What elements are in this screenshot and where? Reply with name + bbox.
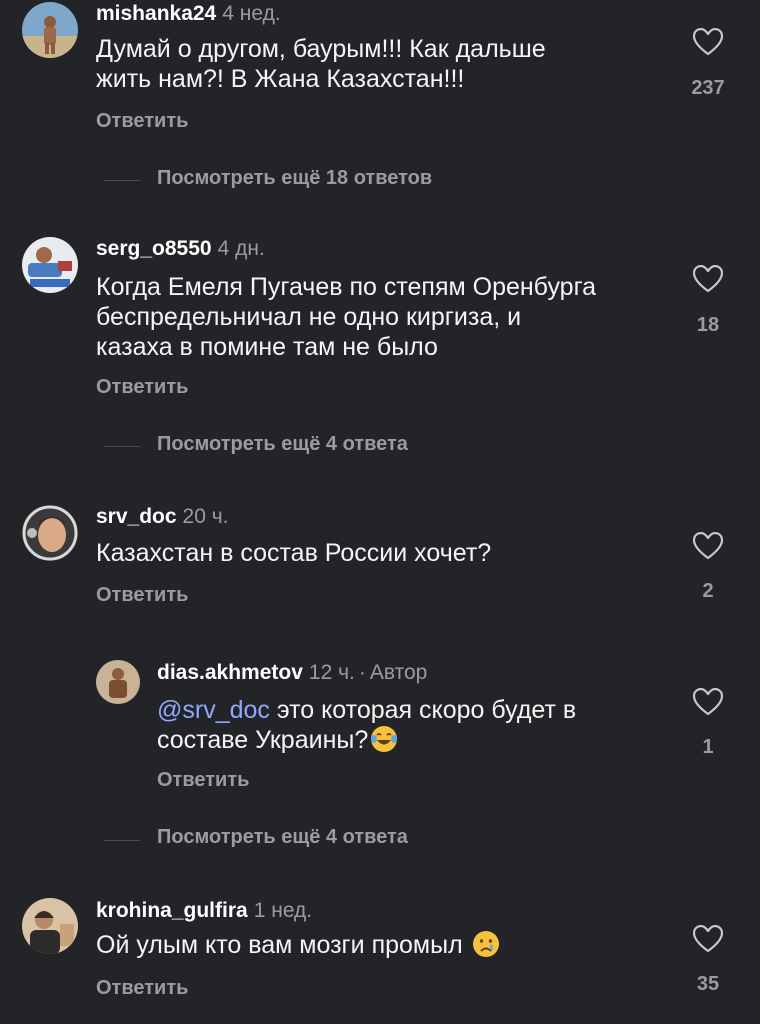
comments-panel: mishanka24 4 нед. Думай о другом, баурым!… (0, 0, 760, 1024)
comment-text: Ой улым кто вам мозги промыл (96, 930, 656, 960)
like-button[interactable] (686, 532, 730, 560)
view-more-replies-button[interactable]: Посмотреть ещё 4 ответа (157, 433, 408, 456)
timestamp: 12 ч. (308, 661, 355, 684)
like-count: 35 (696, 973, 720, 995)
separator-dot: · (358, 661, 366, 684)
avatar[interactable] (22, 898, 78, 954)
comment-meta: mishanka24 4 нед. (96, 2, 281, 26)
like-count: 237 (691, 77, 725, 99)
mention-link[interactable]: @srv_doc (157, 696, 270, 724)
reply-button[interactable]: Ответить (157, 769, 249, 792)
username[interactable]: mishanka24 (96, 2, 216, 25)
avatar[interactable] (22, 2, 78, 58)
reply-button[interactable]: Ответить (96, 376, 188, 399)
timestamp: 4 нед. (222, 2, 281, 25)
comment-text: Когда Емеля Пугачев по степям Оренбурга … (96, 273, 597, 361)
like-count: 1 (702, 736, 714, 758)
like-button[interactable] (686, 925, 730, 953)
timestamp: 1 нед. (253, 899, 313, 922)
divider (104, 840, 140, 841)
username[interactable]: srv_doc (96, 505, 177, 528)
avatar[interactable] (22, 505, 78, 561)
timestamp: 20 ч. (182, 505, 229, 528)
comment-meta: krohina_gulfira 1 нед. (96, 899, 312, 923)
comment-meta: srv_doc 20 ч. (96, 505, 229, 529)
like-count: 2 (702, 580, 714, 602)
timestamp: 4 дн. (217, 237, 265, 260)
heart-outline-icon (693, 925, 723, 953)
reply-button[interactable]: Ответить (96, 977, 188, 1000)
reply-button[interactable]: Ответить (96, 110, 188, 133)
divider (104, 180, 140, 181)
heart-outline-icon (693, 28, 723, 56)
like-count: 18 (696, 314, 720, 336)
username[interactable]: krohina_gulfira (96, 899, 248, 922)
comment-text: @srv_doc это которая скоро будет в соста… (157, 696, 577, 754)
like-button[interactable] (686, 265, 730, 293)
view-more-replies-button[interactable]: Посмотреть ещё 18 ответов (157, 167, 432, 190)
avatar[interactable] (22, 237, 78, 293)
heart-outline-icon (693, 265, 723, 293)
username[interactable]: dias.akhmetov (157, 661, 303, 684)
comment-text: Думай о другом, баурым!!! Как дальше жит… (96, 35, 546, 93)
author-badge: Автор (369, 661, 428, 684)
heart-outline-icon (693, 532, 723, 560)
crying-face-emoji (472, 930, 500, 958)
comment-meta: serg_o8550 4 дн. (96, 237, 265, 261)
heart-outline-icon (693, 688, 723, 716)
comment-meta: dias.akhmetov 12 ч. · Автор (157, 661, 427, 685)
avatar[interactable] (96, 660, 140, 704)
comment-text: Казахстан в состав России хочет? (96, 539, 492, 567)
username[interactable]: serg_o8550 (96, 237, 212, 260)
like-button[interactable] (686, 688, 730, 716)
like-button[interactable] (686, 28, 730, 56)
laughing-tears-emoji (370, 725, 398, 753)
reply-button[interactable]: Ответить (96, 584, 188, 607)
divider (104, 446, 140, 447)
view-more-replies-button[interactable]: Посмотреть ещё 4 ответа (157, 826, 408, 849)
